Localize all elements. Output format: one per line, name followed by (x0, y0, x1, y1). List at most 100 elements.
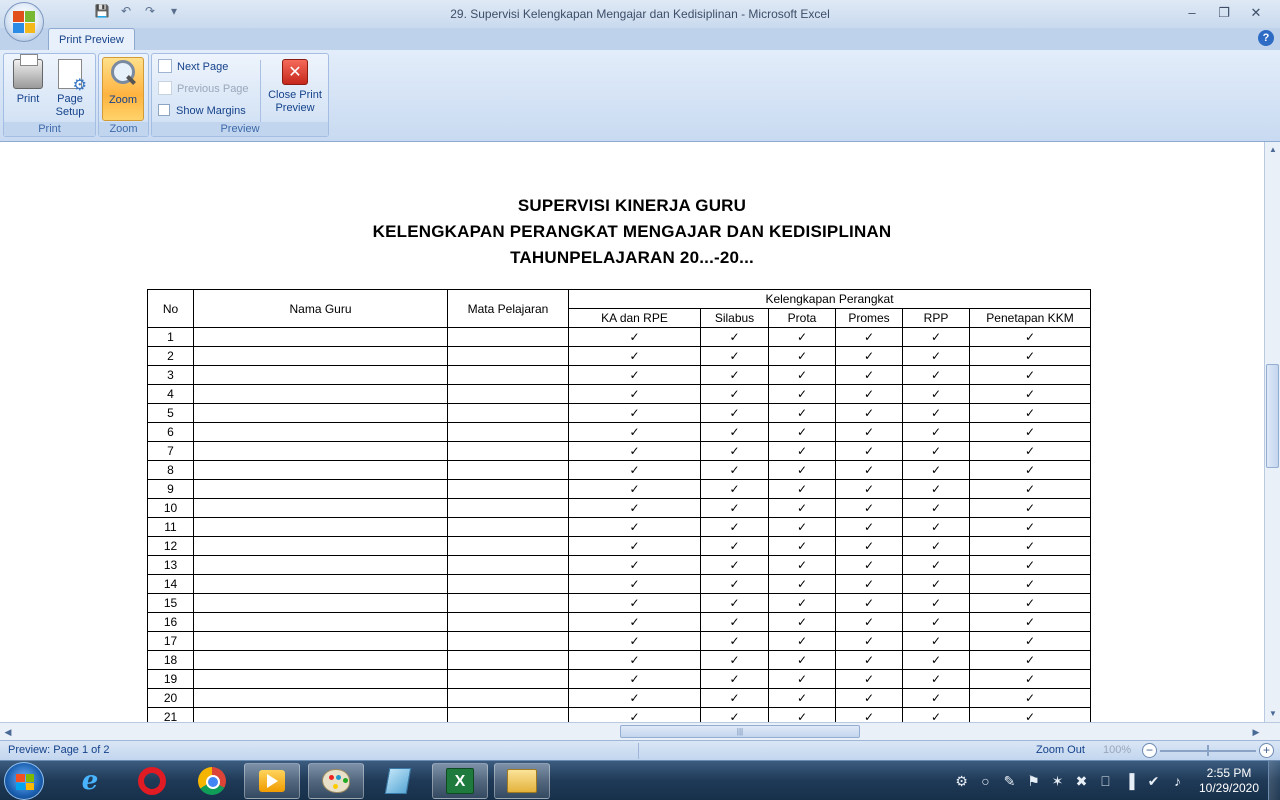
subject-cell (447, 707, 569, 722)
checkmark-icon: ✓ (969, 327, 1091, 347)
start-button[interactable] (4, 762, 44, 800)
page-setup-button[interactable]: Page Setup (49, 57, 91, 121)
close-window-icon[interactable]: ✕ (1240, 3, 1272, 23)
checkmark-icon: ✓ (835, 517, 903, 537)
checkmark-icon: ✓ (902, 555, 970, 575)
restore-icon[interactable]: ❐ (1208, 3, 1240, 23)
table-row: 8 ✓ ✓ ✓ ✓ ✓ ✓ (147, 460, 1091, 480)
close-preview-label-line2: Preview (275, 102, 315, 114)
checkmark-icon: ✓ (568, 574, 701, 594)
vertical-scroll-thumb[interactable] (1266, 364, 1279, 468)
scroll-right-icon[interactable]: ▶ (1248, 724, 1264, 740)
checkmark-icon: ✓ (902, 498, 970, 518)
taskbar-chrome[interactable] (184, 763, 240, 799)
checkmark-icon: ✓ (835, 327, 903, 347)
print-button[interactable]: Print (7, 54, 49, 121)
checkmark-icon: ✓ (835, 460, 903, 480)
row-number: 16 (147, 612, 194, 632)
taskbar-opera[interactable] (124, 763, 180, 799)
clock-time: 2:55 PM (1206, 766, 1252, 780)
table-body: 1 ✓ ✓ ✓ ✓ ✓ ✓ 2 ✓ ✓ ✓ ✓ ✓ ✓ 3 ✓ ✓ ✓ ✓ ✓ ✓ 4 ✓ ✓ ✓ ✓ ✓ ✓ 5 ✓ ✓ ✓ ✓ ✓ ✓ 6 ✓ ✓ ✓ ✓… (147, 327, 1091, 722)
chrome-icon (198, 767, 226, 795)
taskbar-notes[interactable] (370, 763, 426, 799)
name-cell (193, 593, 448, 613)
taskbar-media-player[interactable] (244, 763, 300, 799)
show-desktop-button[interactable] (1268, 761, 1280, 800)
system-clock[interactable]: 2:55 PM 10/29/2020 (1196, 766, 1262, 796)
table-row: 15 ✓ ✓ ✓ ✓ ✓ ✓ (147, 593, 1091, 613)
settings-tray-icon[interactable]: ⚙ (952, 773, 971, 789)
show-margins-label: Show Margins (176, 105, 246, 117)
subject-cell (447, 536, 569, 556)
checkmark-icon: ✓ (568, 346, 701, 366)
excel-icon: X (446, 768, 474, 794)
table-row: 4 ✓ ✓ ✓ ✓ ✓ ✓ (147, 384, 1091, 404)
office-button[interactable] (4, 2, 44, 42)
checkmark-icon: ✓ (568, 479, 701, 499)
checkmark-icon: ✓ (700, 631, 769, 651)
row-number: 17 (147, 631, 194, 651)
zoom-out-label[interactable]: Zoom Out (1036, 744, 1085, 756)
flag-tray-icon[interactable]: ⚑ (1024, 773, 1043, 789)
name-cell (193, 422, 448, 442)
subject-cell (447, 555, 569, 575)
subject-cell (447, 460, 569, 480)
taskbar-excel[interactable]: X (432, 763, 488, 799)
help-icon[interactable]: ? (1258, 30, 1274, 46)
checkmark-icon: ✓ (568, 441, 701, 461)
checkmark-icon: ✓ (969, 574, 1091, 594)
zoom-percent[interactable]: 100% (1103, 744, 1131, 756)
name-cell (193, 403, 448, 423)
ribbon: Print Page Setup Print Zoom Zoom Next Pa… (0, 50, 1280, 142)
security-tray-icon[interactable]: ✔ (1144, 773, 1163, 789)
network-error-tray-icon[interactable]: ✖ (1072, 773, 1091, 789)
checkmark-icon: ✓ (700, 707, 769, 722)
title-bar: 💾 ↶ ↷ ▾ 29. Supervisi Kelengkapan Mengaj… (0, 0, 1280, 28)
battery-tray-icon[interactable]: ⎕ (1096, 773, 1115, 789)
zoom-minus-icon[interactable]: − (1142, 743, 1157, 758)
next-page-button[interactable]: Next Page (158, 58, 228, 76)
scroll-left-icon[interactable]: ◀ (0, 724, 16, 740)
print-preview-area[interactable]: SUPERVISI KINERJA GURU KELENGKAPAN PERAN… (0, 142, 1264, 722)
opera-tray-icon[interactable]: ○ (976, 773, 995, 789)
checkmark-icon: ✓ (835, 403, 903, 423)
scroll-up-icon[interactable]: ▲ (1265, 142, 1280, 158)
previous-page-button[interactable]: Previous Page (158, 80, 249, 98)
volume-tray-icon[interactable]: ♪ (1168, 773, 1187, 789)
bluetooth-tray-icon[interactable]: ✶ (1048, 773, 1067, 789)
signal-tray-icon[interactable]: ▐ (1120, 773, 1139, 789)
horizontal-scrollbar[interactable]: ◀ ||| ▶ (0, 722, 1280, 740)
name-cell (193, 517, 448, 537)
name-cell (193, 384, 448, 404)
checkmark-icon: ✓ (835, 612, 903, 632)
zoom-button[interactable]: Zoom (102, 57, 144, 121)
taskbar-paint[interactable] (308, 763, 364, 799)
paint-icon (322, 769, 350, 793)
row-number: 4 (147, 384, 194, 404)
taskbar-internet-explorer[interactable]: e (62, 763, 118, 799)
vertical-scrollbar[interactable]: ▲ ▼ (1264, 142, 1280, 722)
pen-tray-icon[interactable]: ✎ (1000, 773, 1019, 789)
zoom-plus-icon[interactable]: + (1259, 743, 1274, 758)
header-promes: Promes (835, 308, 903, 328)
checkmark-icon: ✓ (835, 631, 903, 651)
checkmark-icon: ✓ (768, 479, 836, 499)
zoom-group-label: Zoom (99, 122, 148, 136)
zoom-slider-handle[interactable] (1207, 745, 1209, 756)
checkmark-icon: ✓ (568, 536, 701, 556)
checkmark-icon: ✓ (700, 555, 769, 575)
show-margins-checkbox[interactable]: Show Margins (158, 102, 246, 120)
tab-print-preview[interactable]: Print Preview (48, 28, 135, 50)
ribbon-tab-strip: Print Preview ? (0, 28, 1280, 50)
horizontal-scroll-thumb[interactable]: ||| (620, 725, 860, 738)
taskbar-explorer[interactable] (494, 763, 550, 799)
scroll-down-icon[interactable]: ▼ (1265, 706, 1280, 722)
subject-cell (447, 612, 569, 632)
close-print-preview-button[interactable]: ✕ Close Print Preview (264, 57, 326, 121)
row-number: 11 (147, 517, 194, 537)
checkmark-icon: ✓ (768, 612, 836, 632)
row-number: 13 (147, 555, 194, 575)
minimize-icon[interactable]: ‒ (1176, 3, 1208, 23)
checkmark-icon: ✓ (768, 403, 836, 423)
checkmark-icon: ✓ (969, 555, 1091, 575)
